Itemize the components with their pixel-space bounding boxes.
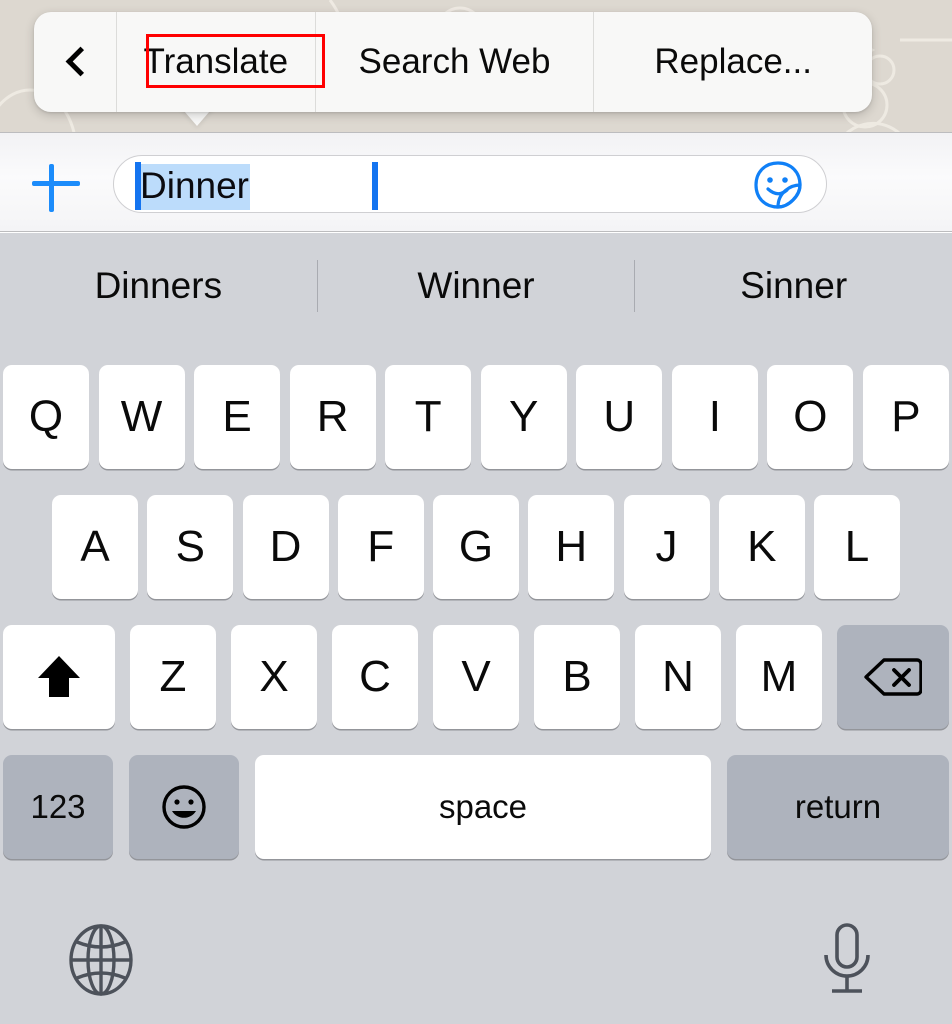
plus-icon[interactable] (28, 160, 84, 212)
key-s[interactable]: S (147, 495, 234, 599)
context-menu-label-search-web: Search Web (358, 42, 551, 81)
keyboard-row-3: Z X C V B N M (0, 625, 952, 729)
globe-icon[interactable] (68, 924, 134, 996)
key-m[interactable]: M (736, 625, 822, 729)
autocomplete-suggestion-bar: Dinners Winner Sinner (0, 233, 952, 338)
emoji-smiley-icon (162, 785, 206, 829)
key-k[interactable]: K (718, 495, 805, 599)
keyboard-row-4: 123 space return (0, 755, 952, 859)
context-menu-item-translate[interactable]: Translate (117, 12, 315, 112)
key-r[interactable]: R (289, 365, 376, 469)
key-v[interactable]: V (433, 625, 519, 729)
context-menu-item-search-web[interactable]: Search Web (316, 12, 594, 112)
keyboard-row-2: A S D F G H J K L (0, 495, 952, 599)
key-h[interactable]: H (528, 495, 615, 599)
on-screen-keyboard: Dinners Winner Sinner Q W E R T Y U I O … (0, 233, 952, 1024)
key-a[interactable]: A (52, 495, 138, 599)
key-x[interactable]: X (231, 625, 317, 729)
key-t[interactable]: T (385, 365, 472, 469)
shift-key[interactable] (3, 625, 115, 729)
message-input-value: Dinner (138, 164, 250, 210)
keyboard-utility-row (0, 898, 952, 1024)
phone-screen: Translate Search Web Replace... Dinner D… (0, 0, 952, 1024)
key-n[interactable]: N (635, 625, 721, 729)
suggestion-item-1[interactable]: Dinners (0, 265, 317, 307)
key-q[interactable]: Q (3, 365, 89, 469)
suggestion-item-3[interactable]: Sinner (635, 265, 952, 307)
key-u[interactable]: U (576, 365, 663, 469)
key-c[interactable]: C (332, 625, 418, 729)
key-o[interactable]: O (767, 365, 854, 469)
microphone-icon[interactable] (814, 922, 880, 998)
context-menu-label-translate: Translate (143, 42, 289, 81)
key-j[interactable]: J (623, 495, 710, 599)
chevron-left-icon (67, 47, 83, 77)
suggestion-item-2[interactable]: Winner (318, 265, 635, 307)
context-menu-label-replace: Replace... (654, 42, 812, 81)
key-w[interactable]: W (98, 365, 185, 469)
numeric-key[interactable]: 123 (3, 755, 113, 859)
key-l[interactable]: L (814, 495, 900, 599)
text-context-menu: Translate Search Web Replace... (34, 12, 872, 112)
key-e[interactable]: E (194, 365, 281, 469)
shift-arrow-icon (38, 656, 80, 697)
backspace-key[interactable] (837, 625, 949, 729)
key-f[interactable]: F (337, 495, 424, 599)
message-text-input[interactable]: Dinner (113, 155, 827, 213)
sticker-smiley-icon[interactable] (753, 160, 803, 210)
key-y[interactable]: Y (480, 365, 567, 469)
keyboard-row-1: Q W E R T Y U I O P (0, 365, 952, 469)
key-b[interactable]: B (534, 625, 620, 729)
key-i[interactable]: I (671, 365, 758, 469)
return-key[interactable]: return (727, 755, 949, 859)
emoji-key[interactable] (129, 755, 239, 859)
space-key[interactable]: space (255, 755, 711, 859)
context-menu-back-button[interactable] (34, 12, 116, 112)
key-g[interactable]: G (433, 495, 519, 599)
key-p[interactable]: P (862, 365, 949, 469)
context-menu-item-replace[interactable]: Replace... (594, 12, 872, 112)
selection-caret-end (372, 162, 378, 210)
key-d[interactable]: D (242, 495, 329, 599)
selection-caret-start (135, 162, 141, 210)
key-z[interactable]: Z (130, 625, 216, 729)
message-input-bar: Dinner (0, 132, 952, 370)
delete-left-icon (864, 658, 922, 696)
